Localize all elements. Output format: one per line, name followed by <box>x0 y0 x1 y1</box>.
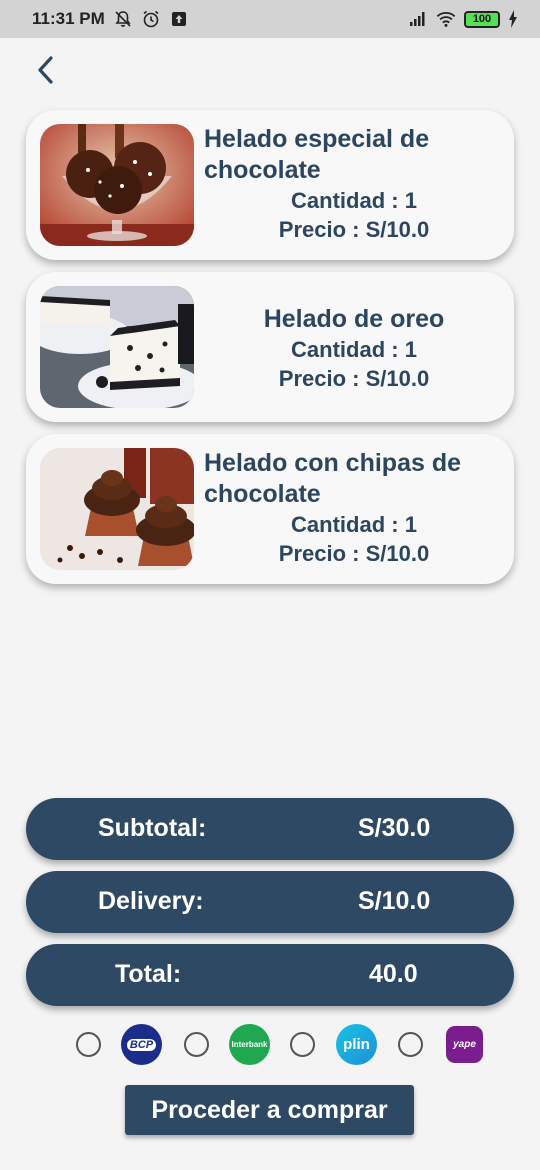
total-label: Total: <box>115 960 182 988</box>
plin-logo-icon: plin <box>336 1024 377 1065</box>
radio-interbank[interactable] <box>184 1032 209 1057</box>
product-image-chocolate <box>40 124 194 246</box>
delivery-value: S/10.0 <box>358 887 431 915</box>
radio-plin[interactable] <box>290 1032 315 1057</box>
radio-bcp[interactable] <box>76 1032 101 1057</box>
delivery-label: Delivery: <box>98 887 204 915</box>
product-name: Helado de oreo <box>263 305 445 333</box>
interbank-logo-text: Interbank <box>231 1040 268 1049</box>
radio-yape[interactable] <box>398 1032 423 1057</box>
upload-icon <box>171 12 186 26</box>
product-image-cupcakes <box>40 448 194 570</box>
product-name: Helado especial de chocolate <box>204 125 430 184</box>
product-quantity: Cantidad : 1 <box>291 188 417 213</box>
total-row: Total: 40.0 <box>26 944 514 1006</box>
payment-methods: BCP Interbank plin yape <box>74 1022 494 1066</box>
product-price: Precio : S/10.0 <box>278 217 430 242</box>
product-image-oreo <box>40 286 194 408</box>
alarm-icon <box>143 10 159 28</box>
cart-item: Helado especial de chocolate Cantidad : … <box>26 110 514 260</box>
signal-icon <box>410 12 425 26</box>
proceed-to-buy-button[interactable]: Proceder a comprar <box>125 1085 414 1135</box>
cart-item: Helado de oreo Cantidad : 1 Precio : S/1… <box>26 272 514 422</box>
product-quantity: Cantidad : 1 <box>291 337 417 362</box>
delivery-row: Delivery: S/10.0 <box>26 871 514 933</box>
wifi-icon <box>436 12 456 27</box>
product-quantity: Cantidad : 1 <box>291 512 417 537</box>
charging-icon <box>509 10 517 28</box>
product-price: Precio : S/10.0 <box>278 541 430 566</box>
yape-logo-icon: yape <box>446 1026 483 1063</box>
yape-logo-text: yape <box>453 1039 476 1050</box>
subtotal-row: Subtotal: S/30.0 <box>26 798 514 860</box>
total-value: 40.0 <box>369 960 418 988</box>
battery-icon: 100 <box>464 10 500 28</box>
interbank-logo-icon: Interbank <box>229 1024 270 1065</box>
product-name: Helado con chipas de chocolate <box>204 449 462 508</box>
product-price: Precio : S/10.0 <box>278 366 430 391</box>
subtotal-label: Subtotal: <box>98 814 207 842</box>
bcp-logo-icon: BCP <box>121 1024 162 1065</box>
bcp-logo-text: BCP <box>126 1038 157 1051</box>
status-time: 11:31 PM <box>32 9 105 28</box>
subtotal-value: S/30.0 <box>358 814 431 842</box>
chevron-left-icon <box>38 56 53 84</box>
bell-off-icon <box>115 11 131 27</box>
plin-logo-text: plin <box>343 1036 370 1053</box>
cart-item: Helado con chipas de chocolate Cantidad … <box>26 434 514 584</box>
status-bar: 11:31 PM 100 <box>0 0 540 38</box>
back-button[interactable] <box>28 52 64 88</box>
